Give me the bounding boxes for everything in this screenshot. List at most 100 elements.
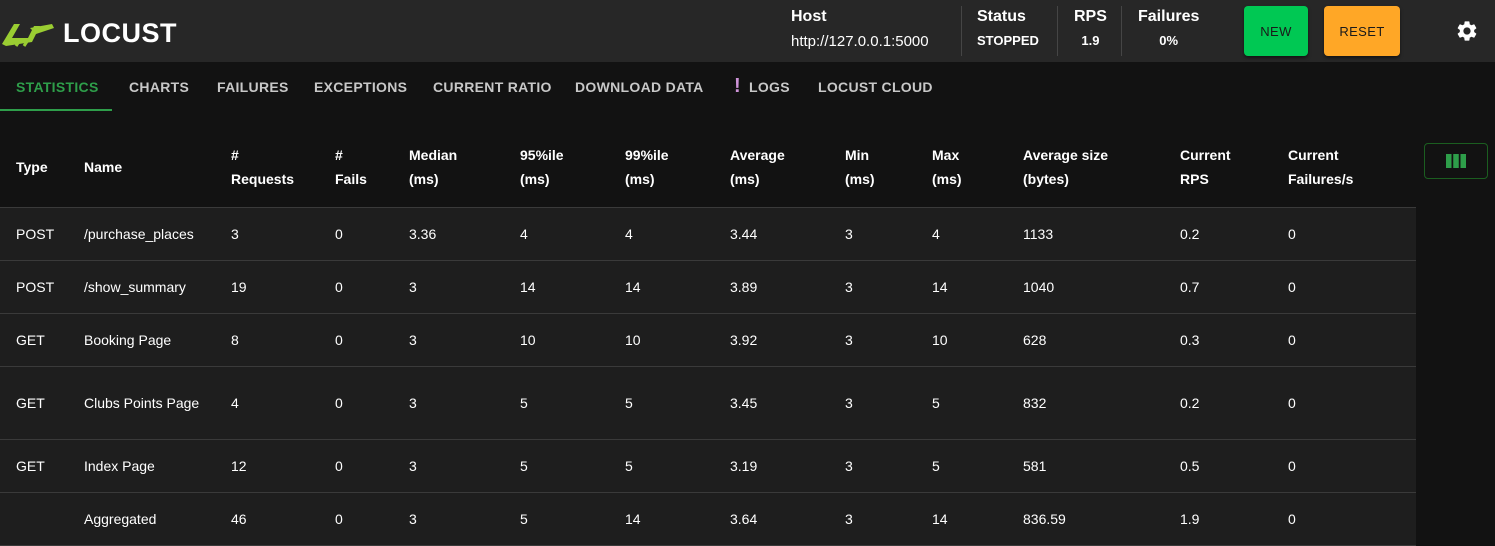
table-cell: Booking Page [84,332,172,348]
column-header[interactable]: 99%ile (ms) [625,126,669,207]
status-label: Status [977,8,1026,25]
table-cell: 3.36 [409,226,437,242]
table-cell: GET [16,458,45,474]
table-header: Type Name # Requests # Fails Median (ms) 95%ile (… [0,126,1416,208]
column-header[interactable]: Average (ms) [730,126,785,207]
table-cell: /show_summary [84,279,186,295]
tab-locust-cloud[interactable]: LOCUST CLOUD [818,62,933,111]
table-cell: GET [16,395,45,411]
column-header-label: Current RPS [1180,143,1231,191]
table-cell: 5 [520,511,528,527]
column-header-label: Max (ms) [932,143,962,191]
tab-logs[interactable]: ! LOGS [734,62,790,111]
table-cell: 4 [231,395,239,411]
table-cell: 10 [625,332,641,348]
column-header-line: 99%ile [625,146,669,163]
table-cell: 3.64 [730,511,758,527]
column-header-line: Average [730,146,785,163]
column-header-line: Type [16,158,48,175]
table-cell: 3 [409,332,417,348]
tab-statistics[interactable]: STATISTICS [16,62,99,111]
table-cell: 0 [1288,332,1296,348]
tab-label: FAILURES [217,78,289,95]
table-cell: 0.5 [1180,458,1200,474]
column-header-line: Name [84,158,123,175]
column-selector-button[interactable] [1424,143,1488,179]
columns-icon [1446,154,1466,168]
divider [1057,6,1058,56]
column-header[interactable]: Name [84,126,122,207]
column-header-line: Average size [1023,146,1109,163]
column-header[interactable]: 95%ile (ms) [520,126,564,207]
table-cell: Clubs Points Page [84,395,200,411]
column-header[interactable]: Min (ms) [845,126,875,207]
column-header-line: # [335,146,343,163]
tab-current-ratio[interactable]: CURRENT RATIO [433,62,552,111]
table-cell: 4 [932,226,940,242]
table-cell: 0.3 [1180,332,1200,348]
exclamation-icon: ! [734,75,741,97]
column-header[interactable]: Average size (bytes) [1023,126,1108,207]
active-tab-indicator [0,109,112,111]
tab-label: CURRENT RATIO [433,78,552,95]
app-name: LOCUST [63,18,177,48]
host-value: http://127.0.0.1:5000 [791,33,929,50]
column-header[interactable]: Current RPS [1180,126,1231,207]
column-header[interactable]: Median (ms) [409,126,457,207]
table-cell: Index Page [84,458,155,474]
reset-button[interactable]: RESET [1324,6,1400,56]
table-cell: 5 [625,458,633,474]
column-header-line: (ms) [625,170,655,187]
tab-bar: STATISTICS CHARTS FAILURES EXCEPTIONS CU… [0,62,1495,111]
table-cell: 4 [520,226,528,242]
column-header[interactable]: Max (ms) [932,126,962,207]
column-header-label: Name [84,155,122,179]
column-header-line: Requests [231,170,295,187]
tab-charts[interactable]: CHARTS [129,62,189,111]
table-cell: 0 [1288,395,1296,411]
table-cell: 0.2 [1180,395,1200,411]
new-button[interactable]: NEW [1244,6,1308,56]
column-header[interactable]: # Fails [335,126,367,207]
table-cell: 3 [409,279,417,295]
table-cell: 0 [1288,226,1296,242]
table-cell: 10 [520,332,536,348]
table-cell: 0.7 [1180,279,1200,295]
tab-label: LOCUST CLOUD [818,78,933,95]
tab-failures[interactable]: FAILURES [217,62,289,111]
gear-icon[interactable] [1455,19,1479,43]
table-cell: 0 [1288,458,1296,474]
table-cell: 14 [625,511,641,527]
table-cell: 14 [520,279,536,295]
column-header-label: Average (ms) [730,143,785,191]
column-header-label: # Fails [335,143,367,191]
column-header[interactable]: # Requests [231,126,294,207]
table-cell: 5 [625,395,633,411]
table-cell: 3 [845,458,853,474]
column-header-label: # Requests [231,143,294,191]
table-cell: 8 [231,332,239,348]
table-cell: 832 [1023,395,1047,411]
table-row: GET Clubs Points Page 4 0 3 5 5 3.45 3 5 832 0.2 0 [0,367,1416,440]
column-header-line: Max [932,146,960,163]
column-header-label: Median (ms) [409,143,457,191]
table-cell: 628 [1023,332,1047,348]
tab-download-data[interactable]: DOWNLOAD DATA [575,62,704,111]
column-header[interactable]: Current Failures/s [1288,126,1353,207]
status-stat: Status STOPPED [977,8,1039,48]
table-cell: 0 [335,511,343,527]
column-header-label: Type [16,155,48,179]
table-cell: 46 [231,511,247,527]
table-cell: 3 [409,395,417,411]
column-header-label: Current Failures/s [1288,143,1353,191]
table-cell: 1.9 [1180,511,1200,527]
tab-exceptions[interactable]: EXCEPTIONS [314,62,407,111]
table-cell: 3.89 [730,279,758,295]
column-header-line: (ms) [845,170,875,187]
table-cell: 0 [335,226,343,242]
top-header: LOCUST Host http://127.0.0.1:5000 Status… [0,0,1495,62]
table-cell: 3.92 [730,332,758,348]
column-header-line: Current [1288,146,1339,163]
table-cell: 1040 [1023,279,1055,295]
column-header[interactable]: Type [16,126,48,207]
